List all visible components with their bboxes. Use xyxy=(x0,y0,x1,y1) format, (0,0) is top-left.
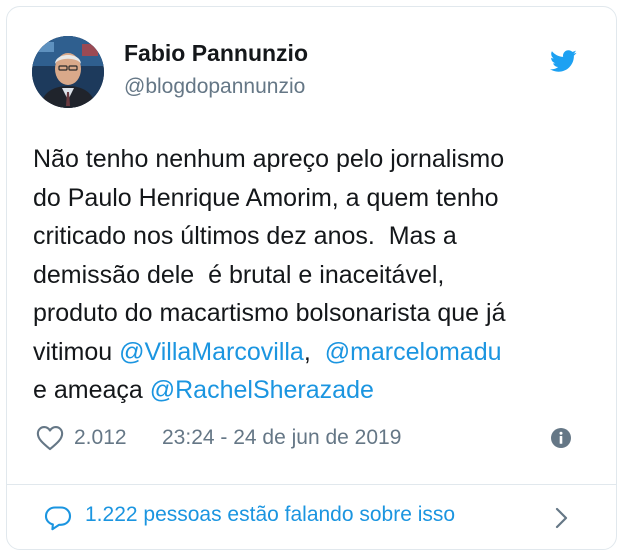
tweet-text-segment: do Paulo Henrique Amorim, a quem tenho xyxy=(33,183,499,212)
tweet-text-segment: Não tenho nenhum apreço pelo jornalismo xyxy=(33,145,505,173)
speech-bubble-icon xyxy=(44,506,72,531)
tweet-text-segment: , xyxy=(303,337,325,366)
author-name[interactable]: Fabio Pannunzio xyxy=(124,40,308,67)
avatar[interactable] xyxy=(32,36,104,108)
tweet-text-line: produto do macartismo bolsonarista que j… xyxy=(33,294,593,333)
tweet-text-segment: produto do macartismo bolsonarista que j… xyxy=(33,299,506,327)
tweet-text-segment: vitimou xyxy=(33,337,120,366)
tweet-text-line: Não tenho nenhum apreço pelo jornalismo xyxy=(33,140,593,179)
like-count[interactable]: 2.012 xyxy=(74,426,127,450)
avatar-image xyxy=(32,36,104,108)
tweet-text-line: vitimou @VillaMarcovilla, @marcelomadu xyxy=(33,333,593,372)
tweet-text-segment: criticado nos últimos dez anos. Mas a xyxy=(33,222,457,250)
tweet-text-segment: e ameaça xyxy=(33,376,150,404)
tweet-text-line: demissão dele é brutal e inaceitável, xyxy=(33,256,593,295)
info-circle-icon[interactable] xyxy=(550,427,572,449)
chevron-right-icon[interactable] xyxy=(554,506,570,530)
mention-link[interactable]: @VillaMarcovilla xyxy=(119,338,304,366)
talking-count-label[interactable]: 1.222 pessoas estão falando sobre isso xyxy=(85,503,455,527)
tweet-timestamp[interactable]: 23:24 - 24 de jun de 2019 xyxy=(162,426,401,450)
mention-link[interactable]: @marcelomadu xyxy=(325,338,502,366)
author-handle[interactable]: @blogdopannunzio xyxy=(124,75,305,99)
conversation-link[interactable]: 1.222 pessoas estão falando sobre isso xyxy=(6,485,617,549)
tweet-text-line: e ameaça @RachelSherazade xyxy=(33,371,593,410)
tweet-text-segment: demissão dele é brutal e inaceitável, xyxy=(33,260,445,289)
tweet-text: Não tenho nenhum apreço pelo jornalismo d… xyxy=(33,140,593,410)
tweet-meta: 2.012 23:24 - 24 de jun de 2019 xyxy=(36,424,576,452)
mention-link[interactable]: @RachelSherazade xyxy=(150,376,374,404)
tweet-text-line: criticado nos últimos dez anos. Mas a xyxy=(33,217,593,256)
tweet-text-line: do Paulo Henrique Amorim, a quem tenho xyxy=(33,179,593,218)
heart-outline-icon[interactable] xyxy=(36,425,64,451)
twitter-bird-icon[interactable] xyxy=(547,47,579,75)
